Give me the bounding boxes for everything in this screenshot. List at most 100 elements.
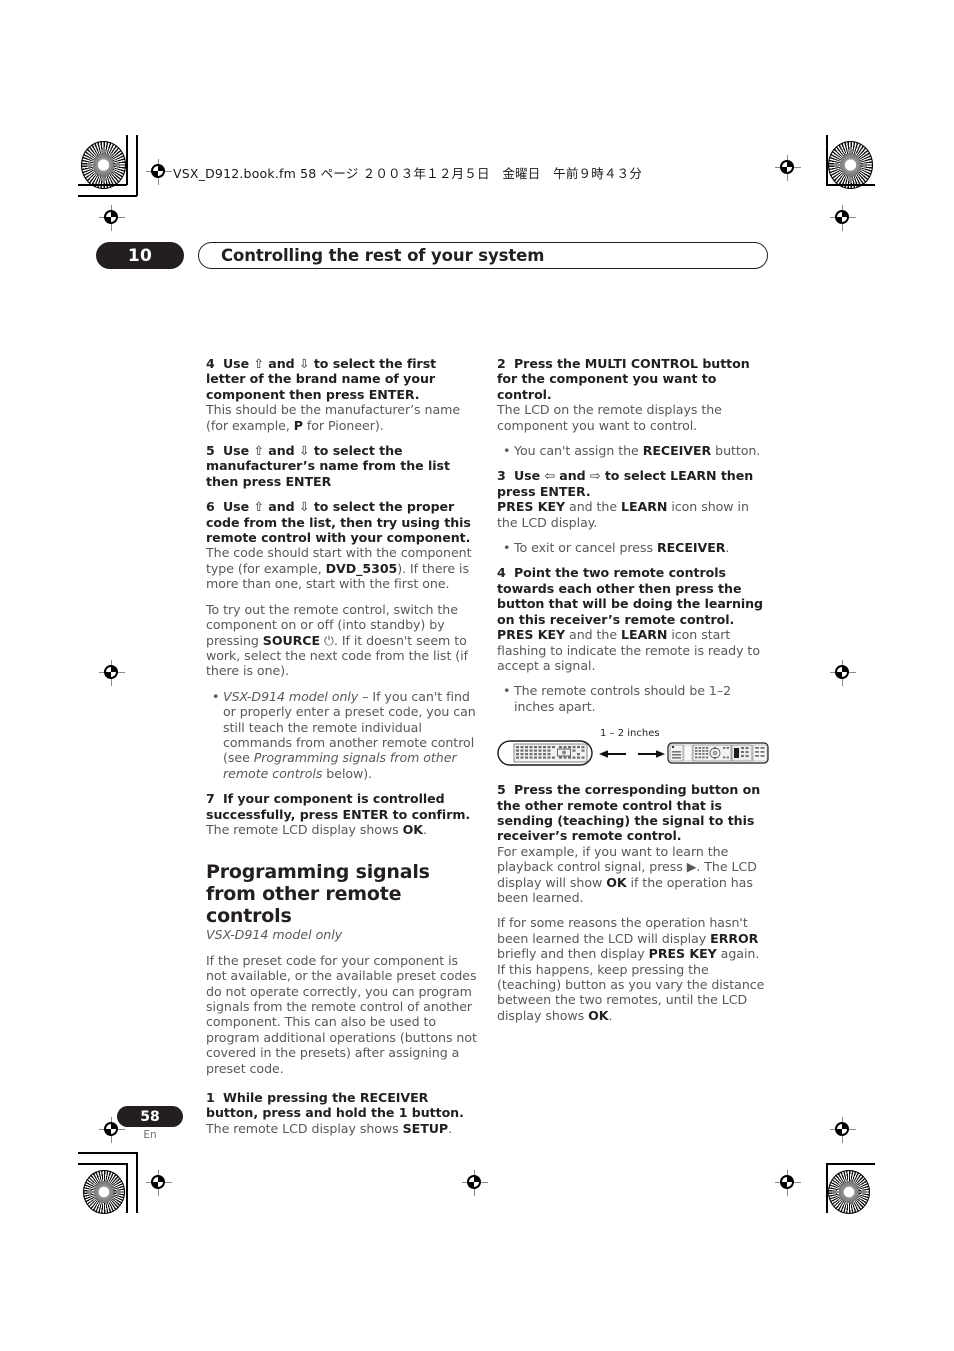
bullet-bold: RECEIVER bbox=[656, 540, 726, 556]
step-5r-heading: 5 Press the corresponding button on the o… bbox=[497, 782, 769, 844]
step-1-body-bold: SETUP bbox=[402, 1120, 449, 1136]
crop-mark-top-left-h2 bbox=[78, 195, 137, 197]
step-5-heading: 5 Use ⇧ and ⇩ to select the manufacturer’… bbox=[206, 443, 478, 489]
step-1-body-b: . bbox=[448, 1120, 453, 1136]
step-3-body-bold1: PRES KEY bbox=[497, 499, 566, 515]
section-intro: If the preset code for your component is… bbox=[206, 952, 477, 1076]
remote-learning-figure: 1 – 2 inches bbox=[497, 728, 769, 772]
crop-mark-top-right-h bbox=[826, 184, 875, 186]
step-2-text: Press the MULTI CONTROL button for the c… bbox=[497, 356, 750, 402]
registration-target-left-middle bbox=[99, 660, 125, 686]
step-4-text-a: Use bbox=[223, 356, 254, 371]
step-6-heading: 6 Use ⇧ and ⇩ to select the proper code f… bbox=[206, 499, 478, 545]
step-6-body-1: The code should start with the component… bbox=[206, 545, 478, 591]
page-number-badge: 58 bbox=[117, 1106, 183, 1127]
step-5r-body2-d: . bbox=[608, 1007, 613, 1023]
crop-mark-bottom-right-h bbox=[826, 1163, 875, 1165]
remote-control-right-icon bbox=[667, 742, 769, 764]
step-5-text-a: Use bbox=[223, 443, 254, 459]
list-item: You can't assign the RECEIVER button. bbox=[503, 443, 769, 459]
step-3-bullets: To exit or cancel press RECEIVER. bbox=[497, 540, 769, 556]
step-4r-number: 4 bbox=[497, 565, 506, 581]
step-5r-body2-bold2: PRES KEY bbox=[648, 946, 717, 962]
step-1-number: 1 bbox=[206, 1090, 215, 1106]
step-4-body-bold: P bbox=[293, 417, 303, 433]
step-2-bullets: You can't assign the RECEIVER button. bbox=[497, 443, 769, 459]
step-3-heading: 3 Use ⇦ and ⇨ to select LEARN then press … bbox=[497, 468, 769, 499]
crop-mark-top-right-v bbox=[826, 135, 828, 185]
registration-target-left-upper bbox=[99, 205, 125, 231]
bullet-text-a: To exit or cancel press bbox=[514, 540, 657, 556]
step-5r-body-1: For example, if you want to learn the pl… bbox=[497, 844, 769, 906]
step-5r-body-2: If for some reasons the operation hasn't… bbox=[497, 915, 769, 1023]
crop-mark-bottom-right-v bbox=[826, 1163, 828, 1213]
step-4r-bullets: The remote controls should be 1–2 inches… bbox=[497, 683, 769, 714]
registration-target-bottom-left bbox=[146, 1170, 172, 1196]
step-4-heading: 4 Use ⇧ and ⇩ to select the first letter … bbox=[206, 356, 478, 402]
step-7-body-bold: OK bbox=[402, 821, 424, 837]
step-4r-body-bold1: PRES KEY bbox=[497, 627, 566, 643]
step-5-text-b: and bbox=[263, 443, 299, 459]
step-4r-body-a: and the bbox=[565, 627, 621, 643]
registration-rosette-bottom-right bbox=[828, 1170, 870, 1214]
registration-target-top-left bbox=[146, 159, 172, 185]
registration-target-right-middle bbox=[830, 660, 856, 686]
step-4-body-b: for Pioneer). bbox=[302, 417, 384, 433]
step-5r-body2-bold3: OK bbox=[588, 1007, 609, 1023]
registration-target-bottom-center bbox=[462, 1170, 488, 1196]
registration-rosette-bottom-left bbox=[83, 1170, 125, 1214]
step-4r-text: Point the two remote controls towards ea… bbox=[497, 565, 764, 627]
step-6-text-a: Use bbox=[223, 499, 254, 515]
step-4r-body: PRES KEY and the LEARN icon start flashi… bbox=[497, 627, 769, 673]
step-7-body-b: . bbox=[423, 821, 427, 837]
registration-rosette-top-left bbox=[81, 141, 126, 189]
file-info-line: VSX_D912.book.fm 58 ページ ２００３年１２月５日 金曜日 午… bbox=[173, 166, 643, 181]
bullet-text-b: . bbox=[725, 540, 730, 556]
crop-mark-top-left-v2 bbox=[136, 135, 138, 196]
step-6-body-2: To try out the remote control, switch th… bbox=[206, 602, 478, 679]
step-2-number: 2 bbox=[497, 356, 506, 371]
step-1-body-a: The remote LCD display shows bbox=[206, 1120, 403, 1136]
crop-mark-bottom-left-h bbox=[78, 1163, 127, 1165]
step-4r-body-bold2: LEARN bbox=[621, 627, 668, 643]
step-3-body-a: and the bbox=[565, 499, 621, 515]
left-column: 4 Use ⇧ and ⇩ to select the first letter … bbox=[206, 356, 478, 1136]
step-6-number: 6 bbox=[206, 499, 215, 515]
step-3-text-b: and bbox=[554, 468, 590, 484]
step-5r-body2-bold1: ERROR bbox=[710, 930, 759, 946]
bullet-text-b: below). bbox=[322, 765, 373, 781]
step-7-body: The remote LCD display shows OK. bbox=[206, 822, 478, 837]
step-2-body: The LCD on the remote displays the compo… bbox=[497, 402, 722, 433]
step-6-body1-bold: DVD_5305 bbox=[325, 560, 398, 576]
section-heading: Programming signals from other remote co… bbox=[206, 861, 430, 928]
right-column: 2 Press the MULTI CONTROL button for the … bbox=[497, 356, 769, 1023]
step-6-bullets: VSX-D914 model only – If you can't find … bbox=[206, 689, 478, 781]
step-3-number: 3 bbox=[497, 468, 506, 484]
registration-rosette-top-right bbox=[828, 141, 873, 189]
power-icon: ⏻ bbox=[324, 632, 334, 648]
step-5-number: 5 bbox=[206, 443, 215, 459]
bullet-bold: RECEIVER bbox=[642, 443, 712, 459]
step-4-number: 4 bbox=[206, 356, 215, 371]
bullet-text-a: You can't assign the bbox=[514, 443, 643, 459]
step-5r-number: 5 bbox=[497, 782, 506, 798]
arrow-up-icon: ⇧ bbox=[253, 443, 264, 459]
arrow-down-icon: ⇩ bbox=[298, 443, 310, 459]
page-language-code: En bbox=[143, 1129, 157, 1141]
registration-target-right-lower bbox=[830, 1117, 856, 1143]
step-7-body-a: The remote LCD display shows bbox=[206, 821, 403, 837]
arrow-up-icon: ⇧ bbox=[253, 356, 264, 371]
arrow-left-icon: ⇦ bbox=[544, 468, 555, 484]
chapter-header: 10 Controlling the rest of your system bbox=[96, 242, 768, 269]
step-6-body2-bold: SOURCE bbox=[262, 632, 321, 648]
